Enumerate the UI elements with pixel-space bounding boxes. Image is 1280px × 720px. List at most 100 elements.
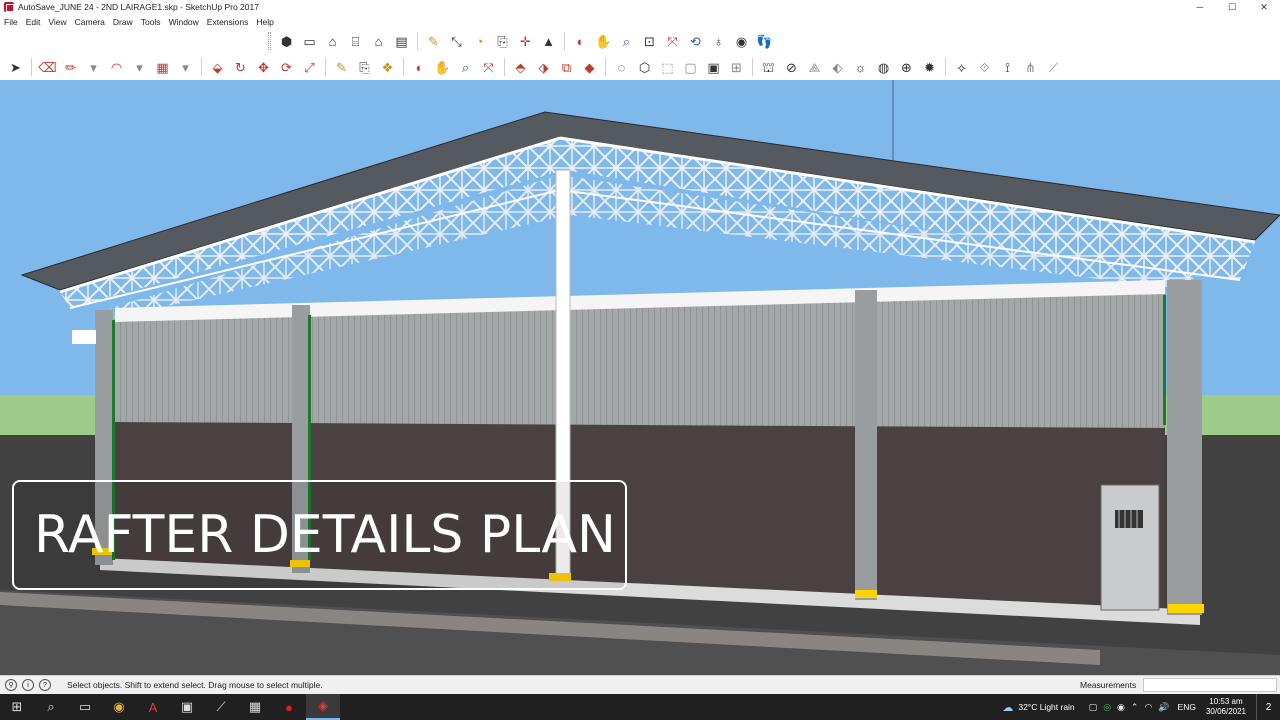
task-view-icon[interactable]: ▭ [68,694,102,720]
drape-icon[interactable]: ⟟ [998,58,1017,77]
select-icon[interactable]: ➤ [6,58,25,77]
notification-icon[interactable]: 2 [1256,694,1280,720]
info-icon[interactable]: i [22,679,34,691]
push-pull-icon[interactable]: ⬙ [208,58,227,77]
weather-widget[interactable]: ☁ 32°C Light rain [1002,701,1074,714]
menu-help[interactable]: Help [256,17,273,27]
orbit-icon[interactable]: ◐ [571,32,590,51]
rotate-icon[interactable]: ⟳ [277,58,296,77]
textured-icon[interactable]: ⊞ [727,58,746,77]
flip-edge-icon[interactable]: ⟋ [1044,58,1063,77]
line-icon[interactable]: ✏ [61,58,80,77]
geo-location-icon[interactable]: ⚲ [5,679,17,691]
previous-view-icon[interactable]: ⟲ [686,32,705,51]
clock[interactable]: 10:53 am 30/06/2021 [1206,697,1246,717]
tray-app-icon[interactable]: ▢ [1089,702,1098,713]
add-detail-icon[interactable]: ⋔ [1021,58,1040,77]
zoom-extents-icon[interactable]: ⤧ [663,32,682,51]
eraser-icon[interactable]: ⌫ [38,58,57,77]
xray-icon[interactable]: ◌ [612,58,631,77]
dropdown-arrow-icon[interactable]: ▾ [130,58,149,77]
zoom-extents-icon[interactable]: ⤧ [479,58,498,77]
pan-icon[interactable]: ✋ [594,32,613,51]
axes-icon[interactable]: ✛ [516,32,535,51]
maximize-button[interactable]: ☐ [1216,0,1248,14]
section-cut-icon[interactable]: ⬖ [828,58,847,77]
display-grid-icon[interactable]: ⊕ [897,58,916,77]
tray-record-icon[interactable]: ◉ [1117,702,1125,713]
dropdown-arrow-icon[interactable]: ▾ [84,58,103,77]
sun-settings-icon[interactable]: ✹ [920,58,939,77]
text-label-icon[interactable]: ⎘ [355,58,374,77]
stamp-icon[interactable]: ⟐ [975,58,994,77]
move-icon[interactable]: ✥ [254,58,273,77]
sketchup-taskbar-icon[interactable]: ◈ [306,694,340,720]
back-edges-icon[interactable]: ⬡ [635,58,654,77]
right-view-icon[interactable]: ⌸ [346,32,365,51]
warehouse-icon[interactable]: ⬘ [511,58,530,77]
arc-icon[interactable]: ◠ [107,58,126,77]
chrome-icon[interactable]: ◉ [102,694,136,720]
dimension-icon[interactable]: ⤡ [447,32,466,51]
volume-icon[interactable]: 🔊 [1158,702,1169,713]
zoom-icon[interactable]: ⌕ [617,32,636,51]
camera-icon[interactable]: ⛫ [759,58,778,77]
position-camera-icon[interactable]: ♁ [709,32,728,51]
front-view-icon[interactable]: ⌂ [323,32,342,51]
calculator-icon[interactable]: ▦ [238,694,272,720]
shadows-icon[interactable]: ☼ [851,58,870,77]
measurements-input[interactable] [1143,678,1277,692]
pan-icon[interactable]: ✋ [433,58,452,77]
sandbox-icon[interactable]: ⟡ [952,58,971,77]
iso-view-icon[interactable]: ⬢ [277,32,296,51]
menu-draw[interactable]: Draw [113,17,133,27]
left-view-icon[interactable]: ▤ [392,32,411,51]
acrobat-icon[interactable]: A [136,694,170,720]
tape-measure-icon[interactable]: ✎ [424,32,443,51]
wireframe-icon[interactable]: ⬚ [658,58,677,77]
shaded-icon[interactable]: ▣ [704,58,723,77]
paint-bucket-icon[interactable]: ❖ [378,58,397,77]
menu-camera[interactable]: Camera [75,17,105,27]
scale-icon[interactable]: ⤢ [300,58,319,77]
layout-icon[interactable]: ⟋ [204,694,238,720]
look-around-icon[interactable]: ◉ [732,32,751,51]
minimize-button[interactable]: ─ [1184,0,1216,14]
3d-text-icon[interactable]: ▲ [539,32,558,51]
menu-file[interactable]: File [4,17,18,27]
help-icon[interactable]: ? [39,679,51,691]
back-view-icon[interactable]: ⌂ [369,32,388,51]
search-icon[interactable]: ⌕ [34,694,68,720]
model-viewport[interactable]: RAFTER DETAILS PLAN [0,80,1280,675]
walk-icon[interactable]: 👣 [755,32,774,51]
text-icon[interactable]: ⎘ [493,32,512,51]
section-plane-icon[interactable]: ⊘ [782,58,801,77]
close-button[interactable]: ✕ [1248,0,1280,14]
app-icon[interactable]: ▣ [170,694,204,720]
tape-icon[interactable]: ✎ [332,58,351,77]
orbit-icon[interactable]: ◐ [410,58,429,77]
menu-view[interactable]: View [48,17,66,27]
menu-tools[interactable]: Tools [141,17,161,27]
zoom-icon[interactable]: ⌕ [456,58,475,77]
fog-icon[interactable]: ◍ [874,58,893,77]
menu-extensions[interactable]: Extensions [207,17,249,27]
start-icon[interactable]: ⊞ [0,694,34,720]
protractor-icon[interactable]: ◔ [470,32,489,51]
section-fill-icon[interactable]: ⟁ [805,58,824,77]
record-icon[interactable]: ● [272,694,306,720]
toolbar-grip[interactable] [268,32,271,50]
tray-green-icon[interactable]: ◎ [1103,702,1111,713]
top-view-icon[interactable]: ▭ [300,32,319,51]
extension-warehouse-icon[interactable]: ⧉ [557,58,576,77]
menu-window[interactable]: Window [169,17,199,27]
rectangle-icon[interactable]: ▦ [153,58,172,77]
ruby-icon[interactable]: ◆ [580,58,599,77]
language-indicator[interactable]: ENG [1178,702,1196,712]
dropdown-arrow-icon[interactable]: ▾ [176,58,195,77]
menu-edit[interactable]: Edit [26,17,41,27]
follow-me-icon[interactable]: ↻ [231,58,250,77]
show-hidden-icon[interactable]: ⌃ [1131,702,1139,713]
zoom-window-icon[interactable]: ⊡ [640,32,659,51]
network-icon[interactable]: ◠ [1144,702,1152,713]
